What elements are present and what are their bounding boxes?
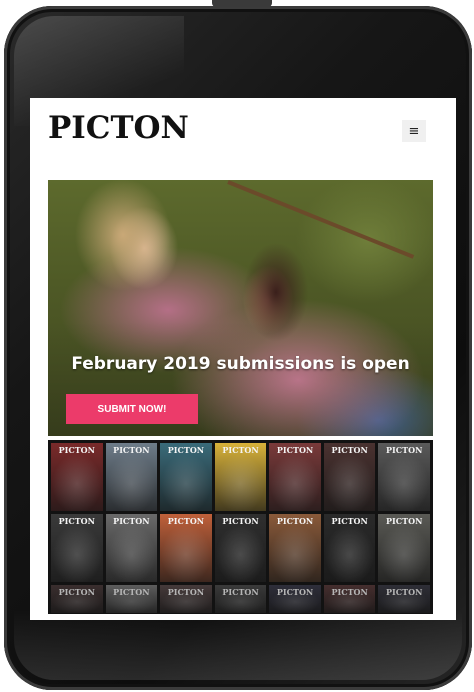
magazine-cover[interactable]: PICTON [160,443,212,511]
magazine-cover[interactable]: PICTON [105,514,158,582]
cover-title: PICTON [167,516,205,526]
site-logo[interactable]: PICTON [48,110,189,146]
magazine-cover[interactable]: PICTON [214,443,267,511]
magazine-cover[interactable]: PICTON [105,585,158,613]
magazine-cover[interactable]: PICTON [269,514,321,582]
magazine-cover[interactable]: PICTON [160,514,212,582]
magazine-cover[interactable]: PICTON [214,514,267,582]
magazine-cover[interactable]: PICTON [323,585,376,613]
hero-branch [227,180,415,259]
cover-title: PICTON [222,587,259,597]
cover-title: PICTON [386,587,423,597]
cover-title: PICTON [276,516,314,526]
cover-title: PICTON [331,445,368,455]
magazine-cover[interactable]: PICTON [323,443,376,511]
cover-title: PICTON [167,445,205,455]
cover-title: PICTON [58,587,95,597]
cover-title: PICTON [331,516,368,526]
site-header: PICTON ≡ [30,98,456,164]
magazine-cover[interactable]: PICTON [51,443,103,511]
magazine-covers-grid: PICTON PICTON PICTON PICTON PICTON PICTON PICT… [48,440,433,614]
hamburger-icon[interactable]: ≡ [402,120,426,142]
cover-title: PICTON [113,516,150,526]
cover-title: PICTON [386,516,423,526]
cover-title: PICTON [58,445,95,455]
magazine-cover[interactable]: PICTON [105,443,158,511]
magazine-cover[interactable]: PICTON [378,514,430,582]
magazine-cover[interactable]: PICTON [269,585,321,613]
magazine-cover[interactable]: PICTON [51,585,103,613]
magazine-cover[interactable]: PICTON [378,585,430,613]
cover-title: PICTON [167,587,205,597]
cover-title: PICTON [222,516,259,526]
magazine-cover[interactable]: PICTON [378,443,430,511]
cover-title: PICTON [276,587,314,597]
cover-title: PICTON [222,445,259,455]
hero-title: February 2019 submissions is open [71,354,410,374]
cover-title: PICTON [113,445,150,455]
magazine-cover[interactable]: PICTON [51,514,103,582]
hero-banner: February 2019 submissions is open SUBMIT… [48,180,433,436]
cover-title: PICTON [386,445,423,455]
cover-title: PICTON [276,445,314,455]
magazine-cover[interactable]: PICTON [323,514,376,582]
cover-title: PICTON [331,587,368,597]
device-screen: PICTON ≡ February 2019 submissions is op… [30,98,456,620]
magazine-cover[interactable]: PICTON [160,585,212,613]
device-bottom-sheen [14,610,462,680]
cover-title: PICTON [58,516,95,526]
magazine-cover[interactable]: PICTON [269,443,321,511]
magazine-cover[interactable]: PICTON [214,585,267,613]
cover-title: PICTON [113,587,150,597]
device-speaker [212,0,272,7]
submit-now-button[interactable]: SUBMIT NOW! [66,394,198,424]
